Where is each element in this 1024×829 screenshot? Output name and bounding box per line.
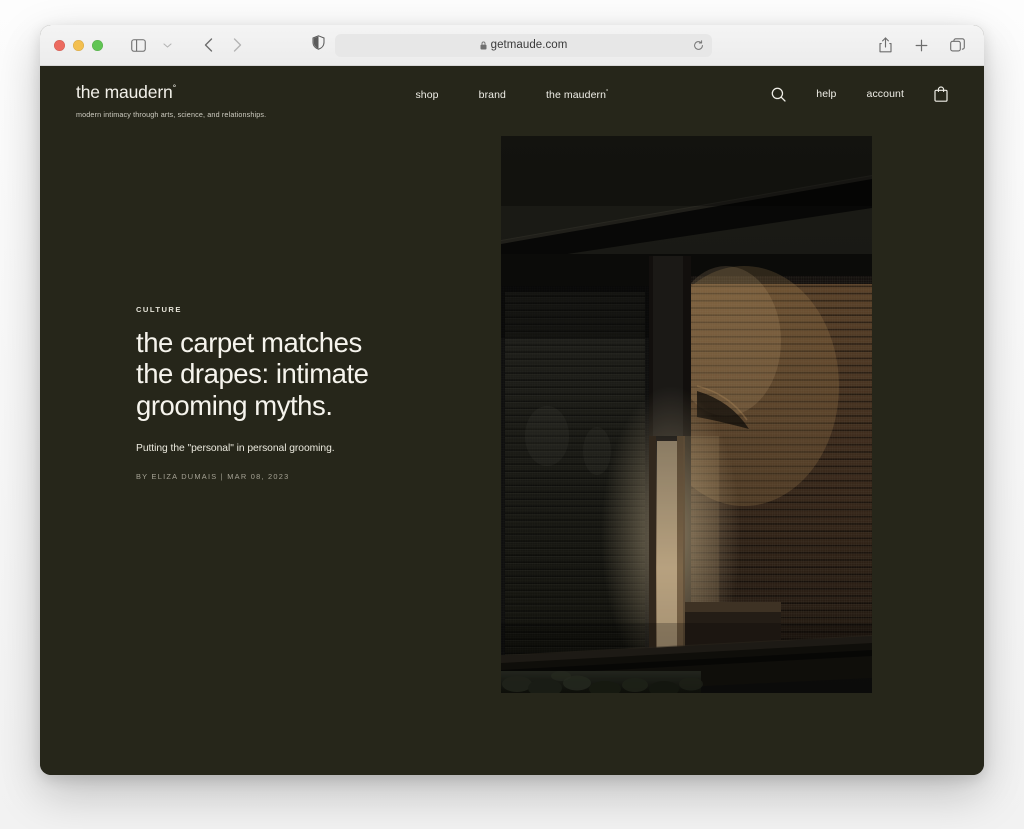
article-dek: Putting the "personal" in personal groom… [136,443,335,455]
chevron-down-icon[interactable] [154,33,180,57]
page-title: the carpet matches the drapes: intimate … [136,326,369,421]
article-byline: BY ELIZA DUMAIS | MAR 08, 2023 [136,472,290,482]
website-viewport: the maudern° modern intimacy through art… [40,66,984,775]
primary-navigation: shop brand the maudern° [415,89,608,101]
reader-privacy-icon[interactable] [312,35,325,55]
hero-photo [501,136,872,693]
brand-logo: the maudern° [76,82,266,102]
back-button[interactable] [195,33,221,57]
nav-link-brand-label: brand [478,89,506,101]
navigation-controls [125,33,250,57]
address-bar-group: getmaude.com [312,33,712,57]
nav-link-help[interactable]: help [816,88,836,100]
address-bar[interactable]: getmaude.com [335,33,712,57]
nav-link-the-maudern-mark: ° [606,89,609,96]
sidebar-toggle-button[interactable] [125,33,151,57]
brand-tagline: modern intimacy through arts, science, a… [76,109,267,119]
url-text: getmaude.com [490,39,568,51]
hero-section: CULTURE the carpet matches the drapes: i… [40,136,984,775]
brand-logo-mark: ° [172,83,177,94]
window-traffic-lights [54,39,103,51]
new-tab-button[interactable] [908,33,934,57]
tabs-overview-icon[interactable] [944,33,970,57]
nav-link-shop-label: shop [415,89,439,101]
utility-navigation: help account [771,86,948,102]
nav-link-shop[interactable]: shop [415,89,438,101]
browser-toolbar: getmaude.com [40,25,984,66]
nav-link-the-maudern[interactable]: the maudern° [546,89,609,101]
shopping-bag-icon[interactable] [934,86,948,102]
nav-link-account[interactable]: account [867,88,904,100]
nav-link-brand[interactable]: brand [479,89,506,101]
hero-photo-illustration [501,136,872,693]
close-window-button[interactable] [54,39,65,51]
minimize-window-button[interactable] [73,39,84,51]
screenshot-stage: getmaude.com the maudern° modern intimac… [0,0,1024,829]
address-bar-content: getmaude.com [480,39,568,51]
brand-logo-text: the maudern [76,82,173,102]
nav-link-the-maudern-label: the maudern [545,89,607,101]
forward-button[interactable] [224,33,250,57]
toolbar-actions [872,33,970,57]
hero-text-block: CULTURE the carpet matches the drapes: i… [136,306,436,481]
search-icon[interactable] [771,87,786,102]
site-header: the maudern° modern intimacy through art… [40,66,984,136]
share-icon[interactable] [872,33,898,57]
site-brand[interactable]: the maudern° modern intimacy through art… [76,82,267,119]
lock-icon [480,41,487,50]
browser-window: getmaude.com the maudern° modern intimac… [40,25,984,775]
reload-icon[interactable] [693,39,704,51]
maximize-window-button[interactable] [92,39,103,51]
article-category[interactable]: CULTURE [136,306,436,314]
